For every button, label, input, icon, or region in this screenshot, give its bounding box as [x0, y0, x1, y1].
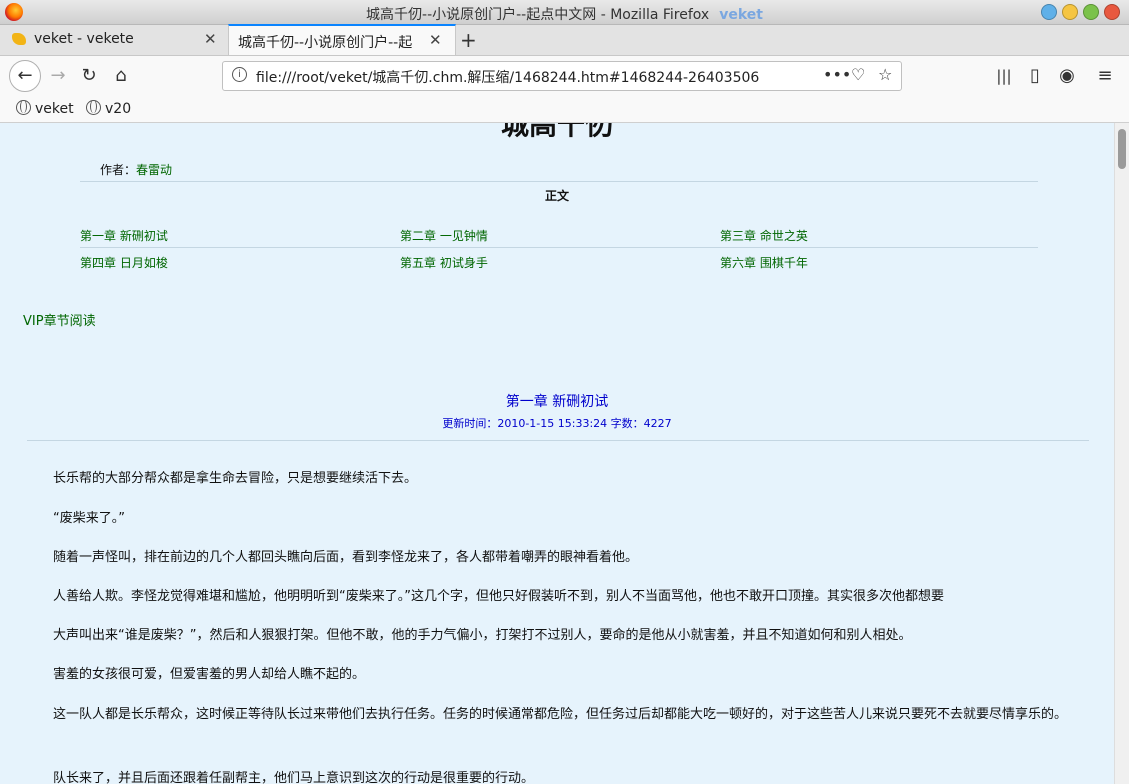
- site-info-icon[interactable]: i: [232, 67, 247, 82]
- tab-label: 城高千仞--小说原创门户--起: [238, 35, 413, 51]
- paragraph: 长乐帮的大部分帮众都是拿生命去冒险，只是想要继续活下去。: [53, 471, 418, 486]
- veket-favicon-icon: [12, 33, 26, 45]
- globe-icon: [16, 100, 31, 115]
- divider: [27, 440, 1089, 441]
- paragraph: “废柴来了。”: [53, 511, 125, 526]
- reload-icon[interactable]: ↻: [75, 62, 103, 90]
- bookmark-veket[interactable]: veket: [16, 100, 74, 117]
- page-actions-icon[interactable]: •••: [823, 65, 851, 84]
- tab-bar: veket - vekete ✕ 城高千仞--小说原创门户--起 ✕ +: [0, 24, 1129, 56]
- section-heading: 正文: [544, 189, 569, 203]
- home-icon[interactable]: ⌂: [107, 62, 135, 90]
- bookmark-label: veket: [35, 101, 74, 117]
- chapter-link[interactable]: 第四章 日月如梭: [80, 254, 168, 271]
- book-title: 城高千仞: [500, 123, 613, 141]
- paragraph: 队长来了，并且后面还跟着任副帮主，他们马上意识到这次的行动是很重要的行动。: [53, 771, 535, 784]
- account-icon[interactable]: ◉: [1053, 62, 1081, 90]
- window-maximize-button[interactable]: [1083, 4, 1099, 20]
- forward-arrow-icon[interactable]: →: [44, 62, 72, 90]
- divider: [80, 247, 1038, 248]
- chapter-link[interactable]: 第六章 围棋千年: [720, 254, 808, 271]
- author-link[interactable]: 春雷动: [136, 163, 172, 177]
- paragraph: 人善给人欺。李怪龙觉得难堪和尴尬，他明明听到“废柴来了。”这几个字，但他只好假装…: [53, 589, 944, 604]
- window-titlebar: 城高千仞--小说原创门户--起点中文网 - Mozilla Firefox vek…: [0, 0, 1129, 25]
- pocket-icon[interactable]: ♡: [851, 65, 865, 84]
- author-line: 作者：春雷动: [100, 161, 172, 178]
- window-close-button[interactable]: [1104, 4, 1120, 20]
- window-minimize-button[interactable]: [1062, 4, 1078, 20]
- tab-label: veket - vekete: [34, 31, 134, 47]
- url-bar[interactable]: i file:///root/veket/城高千仞.chm.解压缩/146824…: [222, 61, 902, 91]
- bookmarks-toolbar: veket v20: [0, 96, 1129, 123]
- chapter-link[interactable]: 第三章 命世之英: [720, 227, 808, 244]
- bookmark-star-icon[interactable]: ☆: [878, 65, 892, 84]
- window-help-button[interactable]: [1041, 4, 1057, 20]
- tab-close-icon[interactable]: ✕: [429, 31, 442, 49]
- window-title-text: 城高千仞--小说原创门户--起点中文网 - Mozilla Firefox: [366, 7, 710, 23]
- bookmark-label: v20: [105, 101, 132, 117]
- back-arrow-icon[interactable]: ←: [9, 60, 41, 92]
- menu-hamburger-icon[interactable]: ≡: [1091, 62, 1119, 90]
- library-icon[interactable]: |||: [990, 62, 1018, 90]
- paragraph: 大声叫出来“谁是废柴？”，然后和人狠狠打架。但他不敢，他的手力气偏小，打架打不过…: [53, 628, 912, 643]
- chapter-title: 第一章 新硎初试: [505, 394, 609, 410]
- chapter-link[interactable]: 第一章 新硎初试: [80, 227, 168, 244]
- chapter-meta: 更新时间：2010-1-15 15:33:24 字数：4227: [442, 417, 672, 430]
- paragraph: 随着一声怪叫，排在前边的几个人都回头瞧向后面，看到李怪龙来了，各人都带着嘲弄的眼…: [53, 550, 639, 565]
- new-tab-icon[interactable]: +: [460, 28, 477, 52]
- vip-chapters-link[interactable]: VIP章节阅读: [23, 310, 96, 329]
- chapter-link[interactable]: 第二章 一见钟情: [400, 227, 488, 244]
- scrollbar-thumb[interactable]: [1118, 129, 1126, 169]
- globe-icon: [86, 100, 101, 115]
- tab-veket[interactable]: veket - vekete ✕: [0, 25, 226, 55]
- divider: [80, 181, 1038, 182]
- nav-toolbar: ← → ↻ ⌂ i file:///root/veket/城高千仞.chm.解压…: [0, 56, 1129, 96]
- paragraph: 害羞的女孩很可爱，但爱害羞的男人却给人瞧不起的。: [53, 667, 366, 682]
- url-text[interactable]: file:///root/veket/城高千仞.chm.解压缩/1468244.…: [256, 67, 759, 87]
- tab-close-icon[interactable]: ✕: [204, 30, 217, 48]
- paragraph: 这一队人都是长乐帮众，这时候正等待队长过来带他们去执行任务。任务的时候通常都危险…: [53, 707, 1068, 722]
- vertical-scrollbar[interactable]: [1114, 123, 1129, 784]
- chapter-link[interactable]: 第五章 初试身手: [400, 254, 488, 271]
- tab-active[interactable]: 城高千仞--小说原创门户--起 ✕: [228, 24, 456, 55]
- bookmark-v20[interactable]: v20: [86, 100, 131, 117]
- sidebar-icon[interactable]: ▯: [1021, 62, 1049, 90]
- window-badge: veket: [719, 7, 763, 23]
- author-label: 作者：: [100, 163, 137, 177]
- page-content: 城高千仞 作者：春雷动 正文 第一章 新硎初试 第二章 一见钟情 第三章 命世之…: [0, 123, 1114, 784]
- window-title: 城高千仞--小说原创门户--起点中文网 - Mozilla Firefox vek…: [0, 4, 1129, 24]
